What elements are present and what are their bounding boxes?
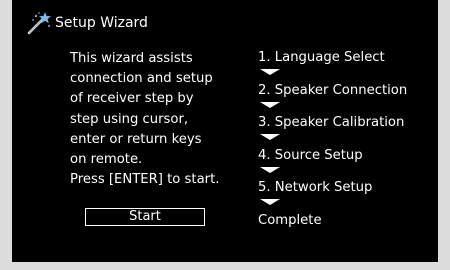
step-speaker-connection: 2. Speaker Connection xyxy=(258,82,408,98)
step-speaker-calibration: 3. Speaker Calibration xyxy=(258,115,405,130)
step-complete: Complete xyxy=(258,212,322,228)
step-arrow xyxy=(258,131,438,148)
setup-wizard-screen: Setup Wizard This wizard assists connect… xyxy=(12,0,438,262)
down-arrow-icon xyxy=(260,134,280,140)
magic-wand-icon xyxy=(26,11,52,35)
step-network-setup: 5. Network Setup xyxy=(258,180,373,195)
down-arrow-icon xyxy=(260,101,280,108)
description-line: step using cursor, xyxy=(70,111,189,127)
down-arrow-icon xyxy=(260,199,280,205)
step-arrow xyxy=(258,196,438,213)
step-arrow xyxy=(258,99,438,116)
description-line: Press [ENTER] to start. xyxy=(70,172,220,188)
step-arrow xyxy=(258,164,438,181)
step-arrow xyxy=(258,66,438,83)
description-line: of receiver step by xyxy=(70,91,194,107)
down-arrow-icon xyxy=(260,166,280,173)
start-button[interactable]: Start xyxy=(85,208,205,226)
down-arrow-icon xyxy=(260,69,280,75)
page-title: Setup Wizard xyxy=(55,15,148,31)
title-bar: Setup Wizard xyxy=(26,11,148,35)
step-source-setup: 4. Source Setup xyxy=(258,147,363,163)
wizard-steps-list: 1. Language Select 2. Speaker Connection… xyxy=(258,50,438,229)
description-line: on remote. xyxy=(70,152,143,168)
wizard-description: This wizard assists connection and setup… xyxy=(70,49,240,190)
description-line: connection and setup xyxy=(70,71,213,87)
description-line: enter or return keys xyxy=(70,131,202,147)
step-language-select: 1. Language Select xyxy=(258,50,385,65)
description-line: This wizard assists xyxy=(70,51,193,66)
